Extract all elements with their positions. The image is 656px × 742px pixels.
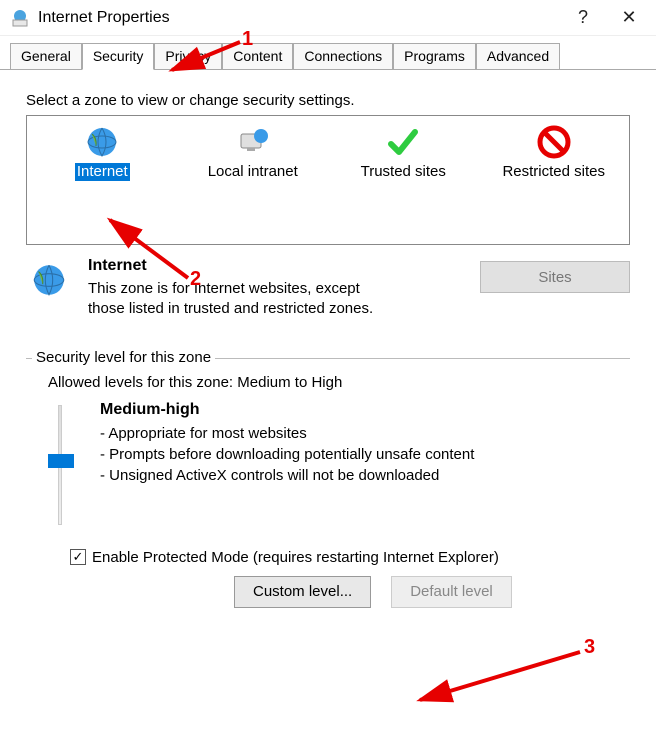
selected-zone-name: Internet [88, 257, 464, 275]
security-slider[interactable] [34, 401, 86, 525]
zone-local-intranet[interactable]: Local intranet [178, 124, 329, 181]
security-panel: Select a zone to view or change security… [0, 70, 656, 630]
globe-icon [26, 257, 72, 320]
check-icon [385, 124, 421, 160]
default-level-button[interactable]: Default level [391, 576, 512, 608]
globe-icon [84, 124, 120, 160]
monitor-globe-icon [235, 124, 271, 160]
level-name: Medium-high [100, 401, 622, 419]
level-bullets: - Appropriate for most websites - Prompt… [100, 423, 622, 486]
protected-mode-label: Enable Protected Mode (requires restarti… [92, 549, 499, 566]
checkbox-icon[interactable]: ✓ [70, 549, 86, 565]
zone-label: Restricted sites [502, 163, 605, 181]
tab-programs[interactable]: Programs [393, 43, 476, 70]
zone-label: Local intranet [208, 163, 298, 181]
tab-advanced[interactable]: Advanced [476, 43, 560, 70]
zone-instruction: Select a zone to view or change security… [26, 92, 630, 109]
zone-description-row: Internet This zone is for Internet websi… [26, 245, 630, 330]
annotation-3: 3 [584, 636, 595, 659]
tab-security[interactable]: Security [82, 43, 155, 70]
bullet-2: - Prompts before downloading potentially… [100, 444, 622, 465]
custom-level-button[interactable]: Custom level... [234, 576, 371, 608]
zone-label: Trusted sites [361, 163, 446, 181]
bullet-1: - Appropriate for most websites [100, 423, 622, 444]
zone-internet[interactable]: Internet [27, 124, 178, 181]
tab-connections[interactable]: Connections [293, 43, 393, 70]
internet-properties-icon [10, 8, 30, 28]
help-button[interactable]: ? [560, 4, 606, 32]
zone-trusted-sites[interactable]: Trusted sites [328, 124, 479, 181]
security-level-group: Security level for this zone Allowed lev… [26, 358, 630, 618]
tab-privacy[interactable]: Privacy [154, 43, 222, 70]
close-button[interactable]: ✕ [606, 4, 652, 32]
title-bar: Internet Properties ? ✕ [0, 0, 656, 36]
group-label: Security level for this zone [32, 349, 215, 366]
protected-mode-row[interactable]: ✓ Enable Protected Mode (requires restar… [70, 549, 622, 566]
slider-thumb[interactable] [48, 454, 74, 468]
window-title: Internet Properties [38, 9, 560, 27]
zone-restricted-sites[interactable]: Restricted sites [479, 124, 630, 181]
tab-content[interactable]: Content [222, 43, 293, 70]
sites-button[interactable]: Sites [480, 261, 630, 293]
tab-general[interactable]: General [10, 43, 82, 70]
allowed-levels-text: Allowed levels for this zone: Medium to … [48, 374, 622, 391]
zone-label: Internet [75, 163, 130, 181]
tab-strip: General Security Privacy Content Connect… [0, 36, 656, 70]
block-icon [536, 124, 572, 160]
bullet-3: - Unsigned ActiveX controls will not be … [100, 465, 622, 486]
zone-selector: Internet Local intranet Trusted sites Re… [26, 115, 630, 245]
selected-zone-description: This zone is for Internet websites, exce… [88, 279, 388, 320]
